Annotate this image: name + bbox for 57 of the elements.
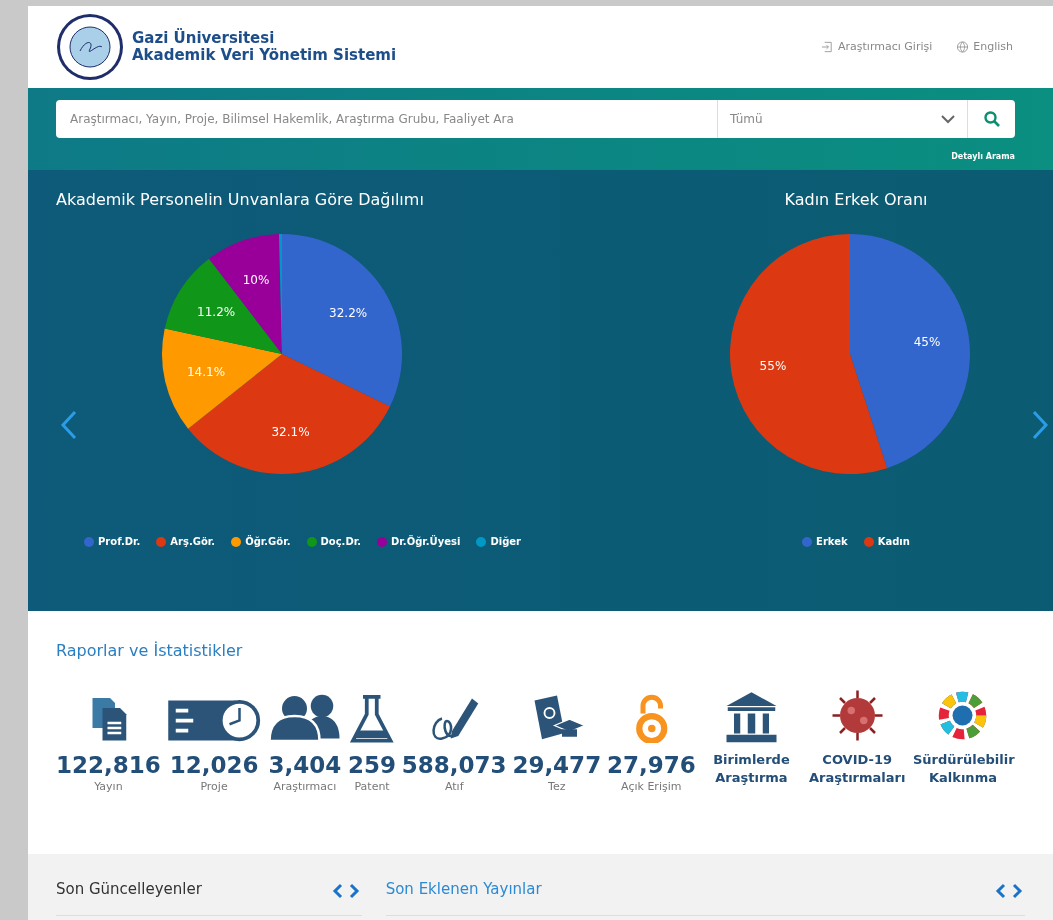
stat-value: 588,073: [401, 751, 507, 779]
scope-dropdown[interactable]: Tümü: [717, 100, 967, 138]
report-link[interactable]: Sürdürülebilir Kalkınma: [912, 751, 1013, 787]
legend-label: Diğer: [490, 535, 521, 549]
panel-tab[interactable]: Son Güncelleyenler: [56, 878, 202, 901]
stat-value: 259: [348, 751, 397, 779]
stat-label: Tez: [548, 779, 566, 795]
site-subtitle: Akademik Veri Yönetim Sistemi: [132, 47, 397, 64]
slice-label: 55%: [759, 359, 787, 374]
search-field[interactable]: Araştırmacı, Yayın, Proje, Bilimsel Hakemlik, Araştırma Grubu, Faaliyet Ara: [56, 100, 717, 138]
sign-in-icon: [821, 40, 835, 54]
search-icon: [983, 111, 1000, 127]
next-arrow[interactable]: [1031, 410, 1049, 440]
legend-label: Öğr.Gör.: [245, 534, 291, 549]
legend-label: Arş.Gör.: [170, 535, 216, 549]
stat-value: 27,976: [606, 751, 696, 779]
globe-icon: [956, 40, 970, 54]
chevron-left-icon: [331, 882, 344, 899]
slice-label: 32.2%: [329, 305, 368, 320]
section-title: Raporlar ve İstatistikler: [56, 640, 244, 662]
stat-label: Atıf: [444, 779, 464, 795]
stat-label: Patent: [354, 779, 390, 795]
legend-label: Erkek: [816, 535, 848, 549]
slice-label: 32.1%: [271, 424, 310, 439]
language-link[interactable]: English: [956, 38, 1013, 56]
slice-label: 45%: [913, 334, 941, 349]
chevron-down-icon: [941, 114, 955, 124]
slice-label: 14.1%: [187, 364, 226, 379]
chevron-left-icon: [995, 882, 1007, 899]
stat-label: Araştırmacı: [273, 779, 337, 795]
stat-label: Açık Erişim: [621, 779, 682, 795]
advanced-search-link[interactable]: Detaylı Arama: [951, 152, 1015, 161]
stat-value: 122,816: [56, 751, 161, 779]
chevron-right-icon: [347, 882, 360, 899]
panel-tab[interactable]: Son Eklenen Yayınlar: [385, 878, 542, 901]
flask-icon: [348, 693, 396, 743]
stat-value: 3,404: [268, 751, 342, 779]
site-title: Gazi Üniversitesi: [132, 30, 276, 47]
chevron-right-icon: [1011, 882, 1023, 899]
legend-label: Prof.Dr.: [98, 535, 141, 549]
university-seal-logo: [56, 13, 124, 81]
stat-label: Yayın: [94, 779, 123, 795]
legend-label: Doç.Dr.: [320, 535, 362, 549]
report-link[interactable]: COVID-19 Araştırmaları: [807, 751, 908, 787]
stat-value: 12,026: [169, 751, 259, 779]
login-link[interactable]: Araştırmacı Girişi: [821, 38, 933, 56]
stat-value: 29,477: [512, 751, 602, 779]
legend-label: Kadın: [877, 535, 910, 549]
chart-title: Kadın Erkek Oranı: [784, 189, 928, 211]
search-button[interactable]: [967, 100, 1015, 138]
chart-title: Akademik Personelin Unvanlara Göre Dağılımı: [56, 189, 425, 211]
stat-label: Proje: [200, 779, 228, 795]
slice-label: 10%: [242, 273, 270, 288]
previous-arrow[interactable]: [60, 410, 78, 440]
report-link[interactable]: Birimlerde Araştırma: [701, 751, 802, 787]
legend-label: Dr.Öğr.Üyesi: [391, 534, 461, 549]
slice-label: 11.2%: [197, 305, 236, 320]
